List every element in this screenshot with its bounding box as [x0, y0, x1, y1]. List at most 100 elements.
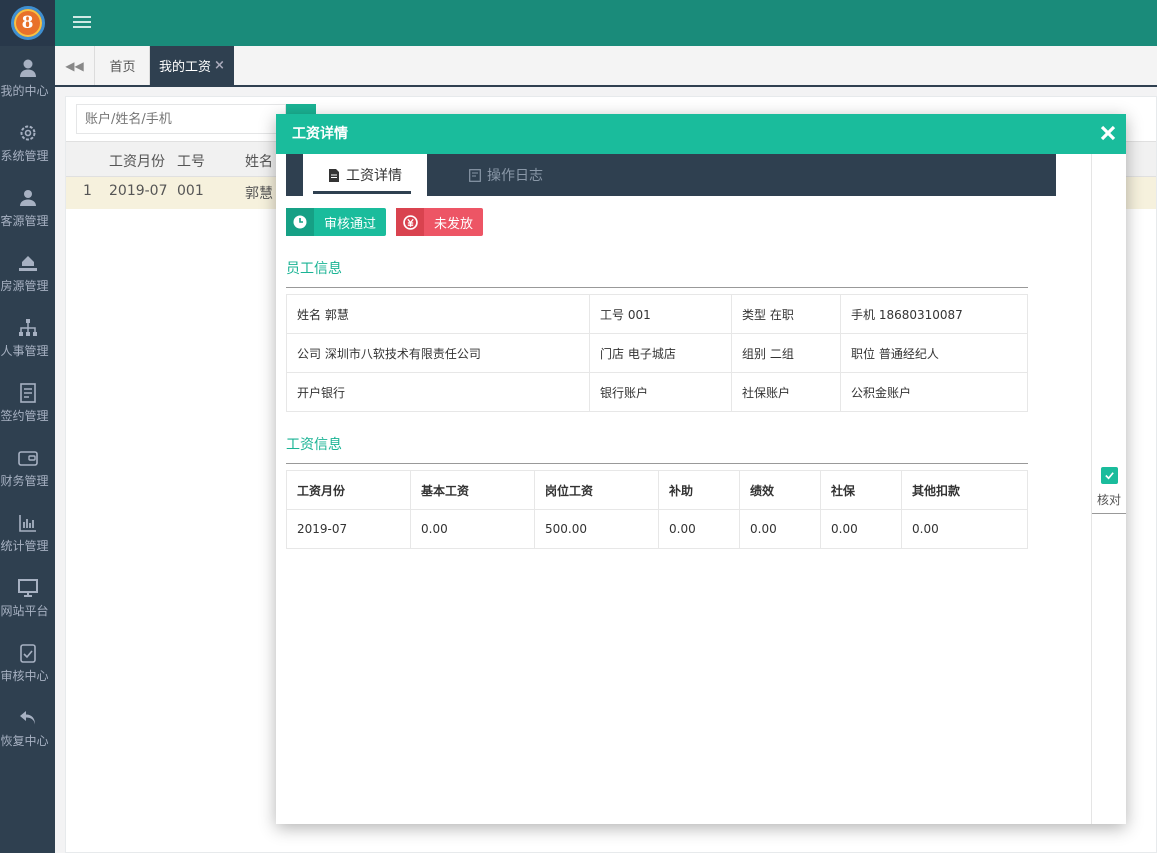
- logo-badge: 8: [10, 6, 45, 40]
- tab-close-icon[interactable]: ×: [214, 58, 225, 73]
- cell-post-salary: 500.00: [534, 509, 659, 549]
- salary-info-title: 工资信息: [286, 437, 342, 453]
- check-doc-icon: [19, 644, 36, 663]
- cell-performance: 0.00: [739, 509, 821, 549]
- field-group: 组别 二组: [731, 333, 841, 373]
- modal-header: 工资详情: [276, 114, 1126, 154]
- cell-social-security: 0.00: [820, 509, 902, 549]
- contract-icon: [19, 383, 36, 403]
- undo-icon: [19, 711, 35, 725]
- logo[interactable]: 8: [0, 0, 55, 46]
- employee-info-title: 员工信息: [286, 261, 342, 277]
- users-icon: [19, 190, 36, 206]
- salary-info-table: 工资月份 基本工资 岗位工资 补助 绩效 社保 其他扣款 2019-07 0.0…: [286, 470, 1028, 549]
- sidebar-item-label: 房源管理: [0, 279, 49, 293]
- gear-icon: [20, 125, 35, 141]
- column-header[interactable]: 姓名: [245, 151, 273, 171]
- org-chart-icon: [18, 319, 37, 336]
- menu-toggle-icon[interactable]: [73, 13, 91, 33]
- column-header: 绩效: [739, 470, 821, 510]
- sidebar-item-my-center[interactable]: 我的中心: [0, 46, 55, 111]
- cell-month: 2019-07: [109, 183, 168, 199]
- cell-base-salary: 0.00: [410, 509, 535, 549]
- sidebar-item-recovery[interactable]: 恢复中心: [0, 696, 55, 761]
- sidebar-item-label: 统计管理: [0, 539, 49, 553]
- search-input[interactable]: [76, 104, 286, 134]
- column-header[interactable]: 工资月份: [109, 151, 165, 171]
- tab-label: 工资详情: [346, 168, 402, 184]
- field-social-security-account: 社保账户: [731, 372, 841, 412]
- field-company: 公司 深圳市八软技术有限责任公司: [286, 333, 590, 373]
- approved-status-button[interactable]: 审核通过: [286, 208, 386, 236]
- table-row: 开户银行 银行账户 社保账户 公积金账户: [286, 372, 1028, 412]
- field-bank-account: 银行账户: [589, 372, 732, 412]
- field-position: 职位 普通经纪人: [840, 333, 1028, 373]
- money-icon: [396, 208, 424, 236]
- house-hand-icon: [18, 256, 37, 271]
- sidebar-item-label: 签约管理: [0, 409, 49, 423]
- sidebar-item-clients[interactable]: 客源管理: [0, 176, 55, 241]
- field-housing-fund-account: 公积金账户: [840, 372, 1028, 412]
- sidebar-item-label: 人事管理: [0, 344, 49, 358]
- sidebar-item-label: 网站平台: [0, 604, 49, 618]
- cell-month: 2019-07: [286, 509, 411, 549]
- page-tabs: ◀◀ 首页 我的工资 ×: [55, 46, 1157, 87]
- verify-checkbox[interactable]: 核对: [1092, 462, 1126, 514]
- column-header: 基本工资: [410, 470, 535, 510]
- cell-id: 001: [177, 183, 204, 199]
- field-name: 姓名 郭慧: [286, 294, 590, 334]
- sidebar-item-stats[interactable]: 统计管理: [0, 501, 55, 566]
- status-label: 审核通过: [324, 216, 377, 232]
- tab-home[interactable]: 首页: [96, 46, 150, 85]
- field-store: 门店 电子城店: [589, 333, 732, 373]
- modal-tabs: 工资详情 操作日志: [286, 154, 1056, 196]
- salary-detail-modal: 工资详情 工资详情 操作日志 审核通过 未发放 员工信息 姓名 郭慧 工号 00…: [276, 114, 1126, 824]
- sidebar-item-finance[interactable]: 财务管理: [0, 436, 55, 501]
- status-label: 未发放: [434, 216, 474, 232]
- column-header: 补助: [658, 470, 740, 510]
- table-row: 公司 深圳市八软技术有限责任公司 门店 电子城店 组别 二组 职位 普通经纪人: [286, 333, 1028, 373]
- bar-chart-icon: [18, 515, 36, 532]
- employee-info-table: 姓名 郭慧 工号 001 类型 在职 手机 18680310087 公司 深圳市…: [286, 294, 1028, 412]
- sidebar-item-label: 客源管理: [0, 214, 49, 228]
- document-icon: [329, 168, 339, 182]
- sidebar-item-label: 系统管理: [0, 149, 49, 163]
- tab-salary-detail[interactable]: 工资详情: [303, 154, 427, 196]
- close-icon[interactable]: [1098, 123, 1118, 143]
- sidebar-item-label: 恢复中心: [0, 734, 49, 748]
- cell-name: 郭慧: [245, 186, 273, 202]
- sidebar-item-contracts[interactable]: 签约管理: [0, 371, 55, 436]
- field-phone: 手机 18680310087: [840, 294, 1028, 334]
- sidebar-item-review[interactable]: 审核中心: [0, 631, 55, 696]
- top-bar: [55, 0, 1157, 46]
- tab-operation-log[interactable]: 操作日志: [446, 154, 566, 196]
- table-row: 2019-07 0.00 500.00 0.00 0.00 0.00 0.00: [286, 509, 1028, 549]
- sidebar-item-system[interactable]: 系统管理: [0, 111, 55, 176]
- tab-my-salary[interactable]: 我的工资 ×: [150, 46, 234, 85]
- field-bank: 开户银行: [286, 372, 590, 412]
- tab-label: 我的工资: [159, 60, 212, 75]
- column-header[interactable]: 工号: [177, 151, 205, 171]
- verify-label: 核对: [1096, 493, 1121, 507]
- table-header-row: 工资月份 基本工资 岗位工资 补助 绩效 社保 其他扣款: [286, 470, 1028, 510]
- modal-title: 工资详情: [292, 126, 348, 142]
- field-employee-id: 工号 001: [589, 294, 732, 334]
- sidebar-item-website[interactable]: 网站平台: [0, 566, 55, 631]
- tabs-scroll-left-icon[interactable]: ◀◀: [55, 46, 95, 85]
- clock-icon: [286, 208, 314, 236]
- cell-allowance: 0.00: [658, 509, 740, 549]
- row-index: 1: [83, 183, 92, 199]
- wallet-icon: [17, 451, 38, 466]
- column-header: 社保: [820, 470, 902, 510]
- sidebar: 8 我的中心 系统管理 客源管理 房源管理 人事管理 签约管理 财务管理 统计管…: [0, 0, 55, 853]
- tab-label: 操作日志: [487, 168, 543, 184]
- unpaid-status-button[interactable]: 未发放: [396, 208, 483, 236]
- sidebar-item-hr[interactable]: 人事管理: [0, 306, 55, 371]
- divider: [286, 287, 1028, 288]
- sidebar-item-properties[interactable]: 房源管理: [0, 241, 55, 306]
- divider: [286, 463, 1028, 464]
- sidebar-item-label: 我的中心: [0, 84, 49, 98]
- column-header: 工资月份: [286, 470, 411, 510]
- cell-other-deductions: 0.00: [901, 509, 1028, 549]
- monitor-icon: [17, 579, 38, 597]
